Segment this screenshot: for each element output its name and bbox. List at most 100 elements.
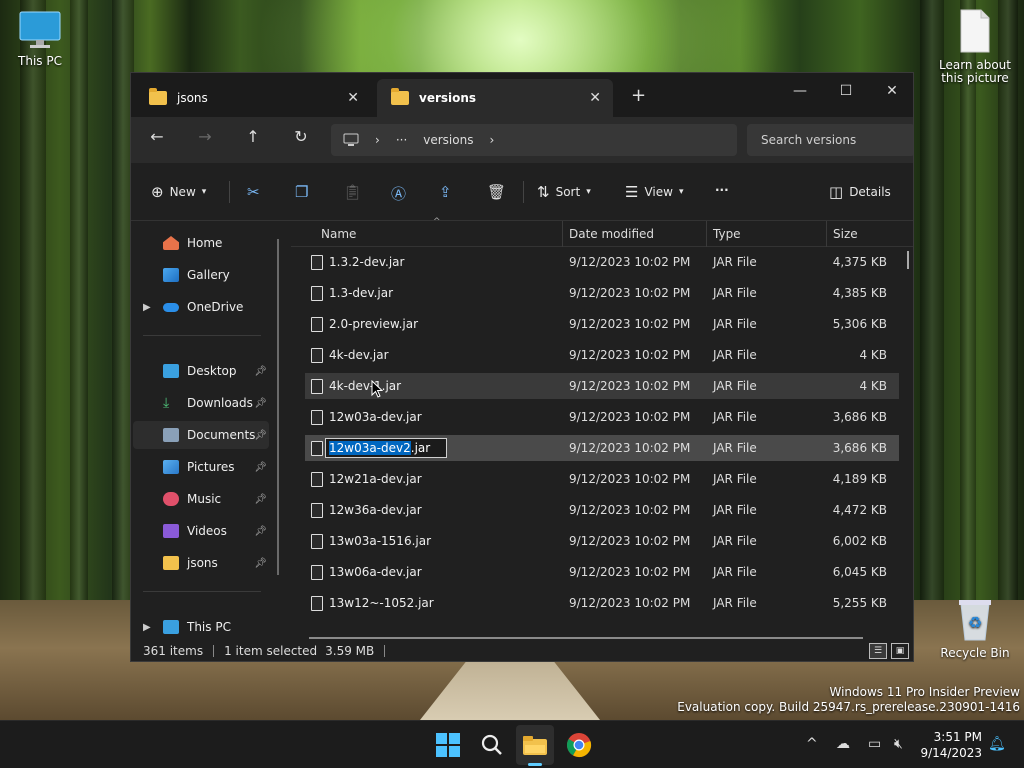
sort-button[interactable]: ⇅ Sort ▾ <box>537 183 591 201</box>
sidebar-item-label: Desktop <box>187 364 237 378</box>
file-size: 4,189 KB <box>832 472 887 486</box>
maximize-button[interactable]: ☐ <box>823 77 869 105</box>
file-row[interactable]: 12w36a-dev.jar 9/12/2023 10:02 PM JAR File… <box>305 497 899 523</box>
column-header-name[interactable]: Name <box>321 227 356 241</box>
view-button[interactable]: ☰ View ▾ <box>625 183 683 201</box>
file-icon <box>311 285 323 301</box>
sidebar-item-label: jsons <box>187 556 218 570</box>
sort-icon: ⇅ <box>537 183 550 201</box>
column-header-date[interactable]: Date modified <box>569 227 654 241</box>
copy-icon[interactable]: ❐ <box>295 183 308 201</box>
sidebar-item-desktop[interactable]: Desktop 📌︎ <box>133 357 269 385</box>
file-row[interactable]: 2.0-preview.jar 9/12/2023 10:02 PM JAR Fil… <box>305 311 899 337</box>
file-icon <box>311 378 323 394</box>
refresh-button[interactable]: ↻ <box>287 127 315 146</box>
tab-close-icon[interactable]: ✕ <box>347 90 359 106</box>
minimize-button[interactable]: — <box>777 77 823 105</box>
file-type: JAR File <box>713 534 757 548</box>
sidebar-item-downloads[interactable]: ⤓ Downloads 📌︎ <box>133 389 269 417</box>
file-row[interactable]: 4k-dev-1.jar 9/12/2023 10:02 PM JAR File 4 … <box>305 373 899 399</box>
cut-icon[interactable]: ✂ <box>247 183 260 201</box>
expand-chevron-icon[interactable]: ▶ <box>143 302 151 313</box>
desktop-icon-this-pc[interactable]: This PC <box>0 10 80 68</box>
breadcrumb-current[interactable]: versions <box>423 133 473 147</box>
notification-bell-icon[interactable]: 🔔︎ <box>988 736 1006 752</box>
tab-jsons[interactable]: jsons ✕ <box>135 79 371 117</box>
back-button[interactable]: ← <box>143 127 171 146</box>
file-date: 9/12/2023 10:02 PM <box>569 410 691 424</box>
cloud-icon <box>163 302 179 312</box>
sidebar-item-this-pc[interactable]: ▶ This PC <box>133 613 269 641</box>
new-button[interactable]: ⊕ New ▾ <box>151 183 206 201</box>
file-row[interactable]: 12w03a-dev2.jar 9/12/2023 10:02 PM JAR Fil… <box>305 435 899 461</box>
tray-overflow-chevron-icon[interactable]: ^ <box>806 736 818 752</box>
file-date: 9/12/2023 10:02 PM <box>569 348 691 362</box>
breadcrumb-separator[interactable]: › <box>489 133 494 147</box>
file-type: JAR File <box>713 410 757 424</box>
sidebar-item-onedrive[interactable]: ▶ OneDrive <box>133 293 269 321</box>
file-row[interactable]: 12w21a-dev.jar 9/12/2023 10:02 PM JAR File… <box>305 466 899 492</box>
share-icon[interactable]: ⇪ <box>439 183 452 201</box>
up-button[interactable]: ↑ <box>239 127 267 146</box>
tab-versions[interactable]: versions ✕ <box>377 79 613 117</box>
tab-close-icon[interactable]: ✕ <box>589 90 601 106</box>
sidebar-item-gallery[interactable]: Gallery <box>133 261 269 289</box>
breadcrumb-ellipsis[interactable]: ··· <box>396 133 407 147</box>
sidebar-item-label: Documents <box>187 428 256 442</box>
sidebar-item-label: Downloads <box>187 396 253 410</box>
sidebar-item-jsons[interactable]: jsons 📌︎ <box>133 549 269 577</box>
desktop-icon-recycle-bin[interactable]: ♻ Recycle Bin <box>935 596 1015 660</box>
file-row[interactable]: 1.3-dev.jar 9/12/2023 10:02 PM JAR File 4,3… <box>305 280 899 306</box>
chrome-icon[interactable] <box>565 731 593 759</box>
forward-button[interactable]: → <box>191 127 219 146</box>
file-row[interactable]: 13w03a-1516.jar 9/12/2023 10:02 PM JAR Fil… <box>305 528 899 554</box>
desktop-icon-learn-about-picture[interactable]: Learn about this picture <box>935 8 1015 85</box>
file-type: JAR File <box>713 565 757 579</box>
more-options-button[interactable]: ··· <box>715 183 729 197</box>
column-header-type[interactable]: Type <box>713 227 741 241</box>
details-button[interactable]: ◫ Details <box>829 183 891 201</box>
file-name: 13w06a-dev.jar <box>329 565 422 579</box>
system-clock[interactable]: 3:51 PM 9/14/2023 <box>920 729 982 761</box>
file-row[interactable]: 13w06a-dev.jar 9/12/2023 10:02 PM JAR File… <box>305 559 899 585</box>
delete-icon[interactable]: 🗑︎ <box>487 183 506 201</box>
file-row[interactable]: 12w03a-dev.jar 9/12/2023 10:02 PM JAR File… <box>305 404 899 430</box>
onedrive-tray-icon[interactable]: ☁ <box>836 736 850 752</box>
details-view-icon[interactable]: ☰ <box>869 643 887 659</box>
folder-icon <box>149 88 167 105</box>
file-name: 2.0-preview.jar <box>329 317 419 331</box>
breadcrumb-separator: › <box>375 133 380 147</box>
column-header-size[interactable]: Size <box>833 227 858 241</box>
file-row[interactable]: 4k-dev.jar 9/12/2023 10:02 PM JAR File 4 KB <box>305 342 899 368</box>
windows-start-icon[interactable] <box>434 731 462 759</box>
file-date: 9/12/2023 10:02 PM <box>569 565 691 579</box>
new-tab-button[interactable]: + <box>631 85 646 106</box>
file-name: 12w36a-dev.jar <box>329 503 422 517</box>
expand-chevron-icon[interactable]: ▶ <box>143 622 151 633</box>
network-icon[interactable]: ▭ <box>868 736 881 752</box>
sidebar-item-videos[interactable]: Videos 📌︎ <box>133 517 269 545</box>
file-explorer-icon[interactable] <box>521 731 549 759</box>
sidebar-item-music[interactable]: Music 📌︎ <box>133 485 269 513</box>
paste-icon[interactable]: 📋︎ <box>343 183 362 201</box>
music-icon <box>163 492 179 506</box>
volume-muted-icon[interactable]: 🔇︎ <box>894 736 903 752</box>
sidebar-item-documents[interactable]: Documents 📌︎ <box>133 421 269 449</box>
search-icon[interactable] <box>478 731 506 759</box>
sidebar-item-home[interactable]: Home <box>133 229 269 257</box>
file-row[interactable]: 1.3.2-dev.jar 9/12/2023 10:02 PM JAR File 4… <box>305 249 899 275</box>
rename-icon[interactable]: Ⓐ <box>391 183 406 204</box>
watermark-line: Evaluation copy. Build 25947.rs_prerelea… <box>677 700 1020 714</box>
file-row[interactable]: 13w12~-1052.jar 9/12/2023 10:02 PM JAR Fil… <box>305 590 899 616</box>
sidebar-item-pictures[interactable]: Pictures 📌︎ <box>133 453 269 481</box>
search-input[interactable]: Search versions <box>747 124 913 156</box>
large-icons-view-icon[interactable]: ▣ <box>891 643 909 659</box>
rename-input[interactable]: 12w03a-dev2.jar <box>325 438 447 458</box>
address-bar[interactable]: › ··· versions › <box>331 124 737 156</box>
file-list-scrollbar[interactable] <box>907 251 909 269</box>
file-size: 5,255 KB <box>832 596 887 610</box>
file-icon <box>311 440 323 456</box>
sidebar-scrollbar[interactable] <box>277 239 279 575</box>
close-window-button[interactable]: ✕ <box>869 77 913 105</box>
item-count: 361 items <box>143 644 204 658</box>
